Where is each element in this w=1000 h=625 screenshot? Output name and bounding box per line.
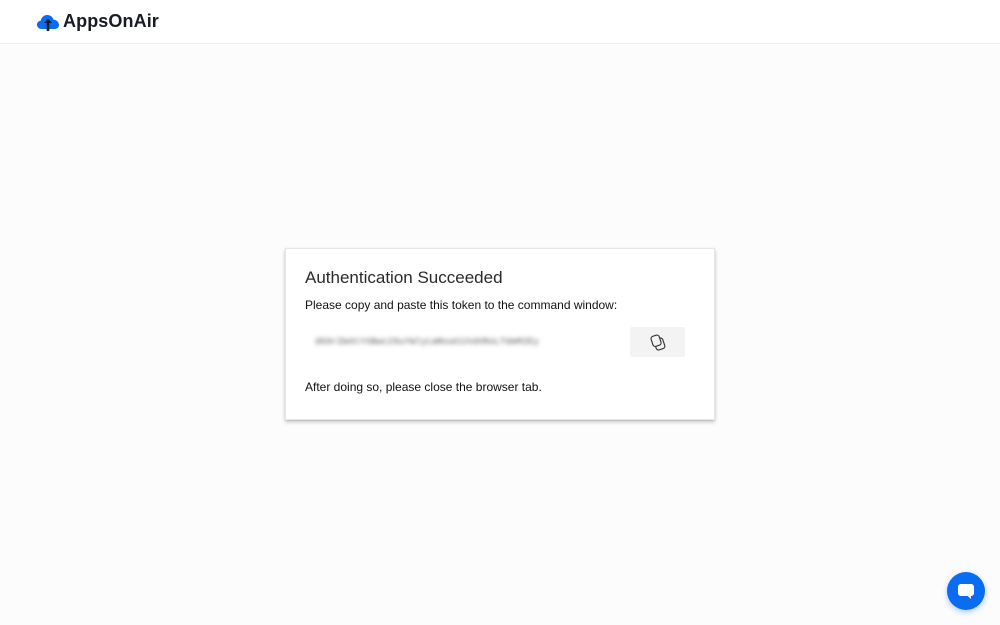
token-value[interactable]: dG9rZW4tYXBwc29uYWlyLWNsaS1hdXRoLTdmM2Ey [305, 337, 605, 347]
brand[interactable]: AppsOnAir [36, 11, 159, 32]
brand-name: AppsOnAir [63, 11, 159, 31]
card-title: Authentication Succeeded [305, 268, 503, 287]
cloud-upload-icon [36, 12, 60, 32]
top-header: AppsOnAir [0, 0, 1000, 44]
card-instruction: Please copy and paste this token to the … [305, 298, 618, 312]
chat-bubble-icon [956, 581, 976, 601]
chat-launcher-button[interactable] [947, 572, 985, 610]
copy-token-button[interactable] [630, 327, 685, 357]
card-footer-note: After doing so, please close the browser… [305, 380, 542, 394]
token-row: dG9rZW4tYXBwc29uYWlyLWNsaS1hdXRoLTdmM2Ey [305, 327, 695, 357]
auth-success-card: Authentication Succeeded Please copy and… [285, 248, 715, 420]
copy-icon [649, 333, 667, 351]
